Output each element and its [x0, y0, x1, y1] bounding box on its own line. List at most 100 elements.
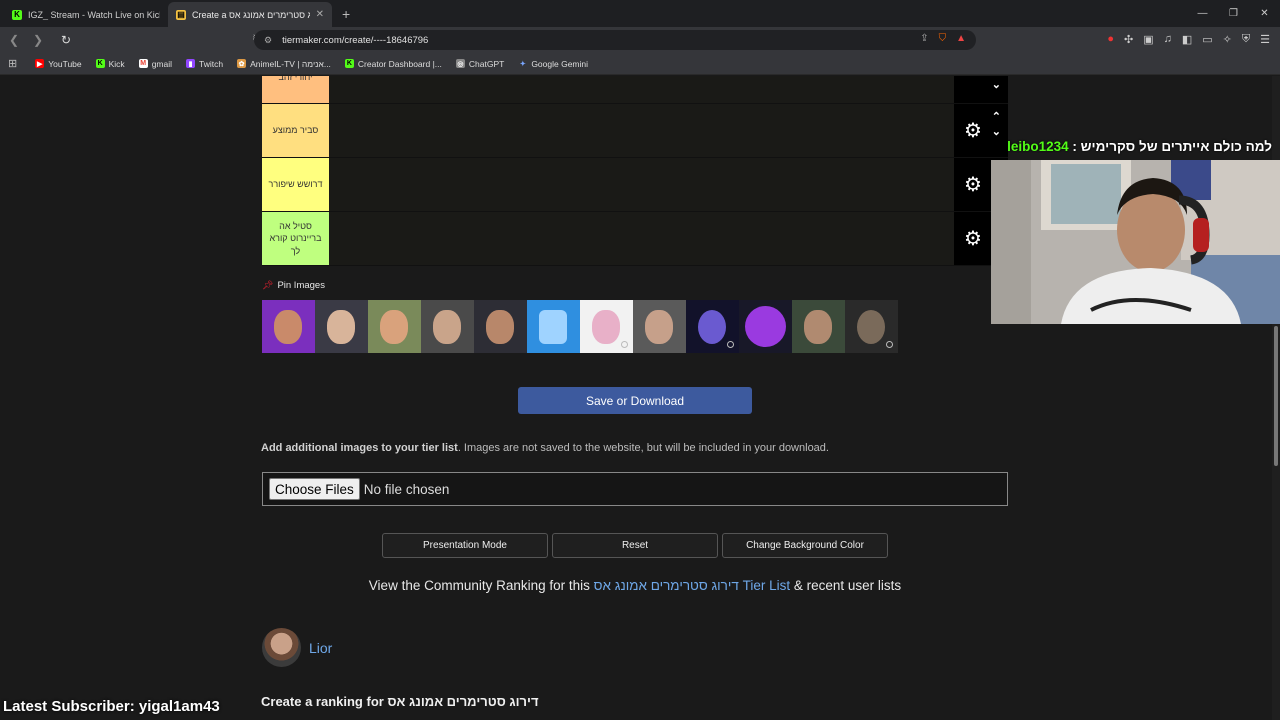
tier-controls: ⚙ ⌄	[954, 76, 1008, 103]
action-buttons: Presentation Mode Reset Change Backgroun…	[382, 533, 888, 558]
close-window-icon[interactable]: ✕	[1249, 0, 1280, 27]
wallet-icon[interactable]: ▭	[1202, 33, 1212, 46]
bookmark-twitch[interactable]: ▮ Twitch	[186, 59, 223, 69]
apps-grid-icon[interactable]: ⊞	[8, 57, 17, 70]
latest-subscriber-overlay: Latest Subscriber: yigal1am43	[3, 698, 220, 715]
tab-kick-stream[interactable]: K IGZ_ Stream - Watch Live on Kick	[4, 2, 168, 27]
bookmark-label: Twitch	[199, 58, 224, 69]
gear-icon[interactable]: ⚙	[964, 76, 982, 77]
tier-image[interactable]	[421, 300, 474, 353]
tab-strip: K IGZ_ Stream - Watch Live on Kick ▤ Cre…	[0, 0, 1280, 27]
address-bar[interactable]: ⚙ tiermaker.com/create/----18646796 ⇪ ⛉ …	[254, 30, 976, 50]
create-ranking-heading: Create a ranking for דירוג סטרימרים אמונ…	[261, 694, 539, 709]
twitch-icon: ▮	[186, 59, 195, 68]
avatar[interactable]	[262, 628, 301, 667]
chevron-down-icon[interactable]: ⌄	[992, 80, 1001, 91]
tier-image[interactable]	[633, 300, 686, 353]
tier-drop-zone[interactable]	[329, 158, 954, 211]
tier-image[interactable]	[845, 300, 898, 353]
tier-image[interactable]	[686, 300, 739, 353]
change-background-button[interactable]: Change Background Color	[722, 533, 888, 558]
new-tab-button[interactable]: +	[332, 6, 360, 27]
youtube-icon: ▶	[35, 59, 45, 68]
tier-move-arrows: ⌄	[992, 80, 1001, 91]
tier-drop-zone[interactable]	[329, 76, 954, 103]
sidebar-icon[interactable]: ◧	[1182, 33, 1192, 46]
tier-drop-zone[interactable]	[329, 212, 954, 265]
vpn-icon[interactable]: ⛨	[1242, 33, 1250, 46]
back-icon[interactable]: ❮	[4, 33, 24, 47]
author-block: Lior	[262, 628, 332, 667]
dot-icon	[727, 341, 734, 348]
minimize-icon[interactable]: —	[1187, 0, 1218, 27]
scrollbar-thumb[interactable]	[1274, 326, 1278, 466]
pin-images-header: 📌︎ Pin Images	[262, 280, 325, 291]
bookmark-gmail[interactable]: Mgmail	[138, 59, 172, 69]
tier-row: סביר ממוצע ⚙ ⌃ ⌄	[262, 104, 1008, 158]
menu-icon[interactable]: ☰	[1260, 33, 1270, 46]
community-ranking-line: View the Community Ranking for this דירו…	[0, 578, 1270, 593]
save-download-button[interactable]: Save or Download	[518, 387, 752, 414]
tab-title: Create a דירוג סטרימרים אמונג אס	[192, 9, 310, 20]
file-upload-field[interactable]: Choose Files No file chosen	[262, 472, 1008, 506]
dot-icon	[621, 341, 628, 348]
bookmark-creator-dashboard[interactable]: K Creator Dashboard |...	[344, 59, 442, 69]
bookmark-kick[interactable]: K Kick	[95, 59, 125, 69]
gmail-icon: M	[138, 59, 148, 68]
restore-icon[interactable]: ❐	[1218, 0, 1249, 27]
site-info-icon[interactable]: ⚙	[264, 35, 272, 46]
gear-icon[interactable]: ⚙	[964, 118, 982, 143]
tier-label[interactable]: יחורי זהב	[262, 76, 329, 103]
bookmark-animeil[interactable]: ✿ AnimeIL-TV | אנימה...	[237, 59, 331, 69]
close-tab-icon[interactable]: ✕	[316, 9, 324, 20]
music-icon[interactable]: ♫	[1164, 33, 1172, 46]
tier-image[interactable]	[262, 300, 315, 353]
tier-image[interactable]	[739, 300, 792, 353]
bookmark-gemini[interactable]: ✦ Google Gemini	[518, 59, 588, 69]
community-suffix: & recent user lists	[790, 578, 902, 593]
reload-icon[interactable]: ↻	[56, 33, 76, 47]
brave-rewards-icon[interactable]: ▲	[956, 33, 966, 44]
tier-row: דרושש שיפורר ⚙	[262, 158, 1008, 212]
forward-icon[interactable]: ❯	[28, 33, 48, 47]
choose-files-button[interactable]: Choose Files	[269, 478, 360, 500]
tier-label[interactable]: סביר ממוצע	[262, 104, 329, 157]
tier-label[interactable]: סטיל אה בריינרוט קורא לך	[262, 212, 329, 265]
chevron-down-icon[interactable]: ⌄	[992, 127, 1001, 138]
bookmark-chatgpt[interactable]: ◎ ChatGPT	[455, 59, 504, 69]
browser-toolbar: ❮ ❯ ↻ 🔖︎ ⚙ tiermaker.com/create/----1864…	[0, 27, 1280, 53]
bookmark-youtube[interactable]: ▶ YouTube	[35, 59, 82, 69]
screenshot-icon[interactable]: ▣	[1143, 33, 1153, 46]
streamer-avatar	[433, 310, 461, 344]
community-tierlist-link[interactable]: דירוג סטרימרים אמונג אס Tier List	[594, 578, 790, 593]
brave-shield-icon[interactable]: ⛉	[939, 33, 947, 44]
streamer-avatar	[274, 310, 302, 344]
tier-image[interactable]	[315, 300, 368, 353]
reset-button[interactable]: Reset	[552, 533, 718, 558]
streamer-avatar	[327, 310, 355, 344]
tier-drop-zone[interactable]	[329, 104, 954, 157]
webcam-image	[991, 160, 1280, 324]
author-name-link[interactable]: Lior	[309, 640, 332, 656]
gear-icon[interactable]: ⚙	[964, 226, 982, 251]
tier-image[interactable]	[368, 300, 421, 353]
tier-label[interactable]: דרושש שיפורר	[262, 158, 329, 211]
dot-icon	[886, 341, 893, 348]
share-icon[interactable]: ⇪	[920, 33, 928, 44]
leo-ai-icon[interactable]: ✧	[1223, 33, 1232, 46]
file-status: No file chosen	[363, 481, 450, 497]
tab-tiermaker[interactable]: ▤ Create a דירוג סטרימרים אמונג אס ✕	[168, 2, 332, 27]
stream-chat-message: leibo1234 : למה כולם אייתרים של סקרימיש	[1007, 139, 1272, 154]
tier-image[interactable]	[580, 300, 633, 353]
image-pool	[262, 300, 898, 353]
puzzle-icon[interactable]: ✣	[1124, 33, 1133, 46]
tier-image[interactable]	[474, 300, 527, 353]
tier-move-arrows: ⌃ ⌄	[992, 112, 1001, 138]
presentation-mode-button[interactable]: Presentation Mode	[382, 533, 548, 558]
tier-image[interactable]	[792, 300, 845, 353]
chevron-up-icon[interactable]: ⌃	[992, 112, 1001, 123]
record-icon[interactable]: ●	[1107, 33, 1114, 46]
add-images-rest: . Images are not saved to the website, b…	[457, 442, 829, 454]
tier-image[interactable]	[527, 300, 580, 353]
gear-icon[interactable]: ⚙	[964, 172, 982, 197]
